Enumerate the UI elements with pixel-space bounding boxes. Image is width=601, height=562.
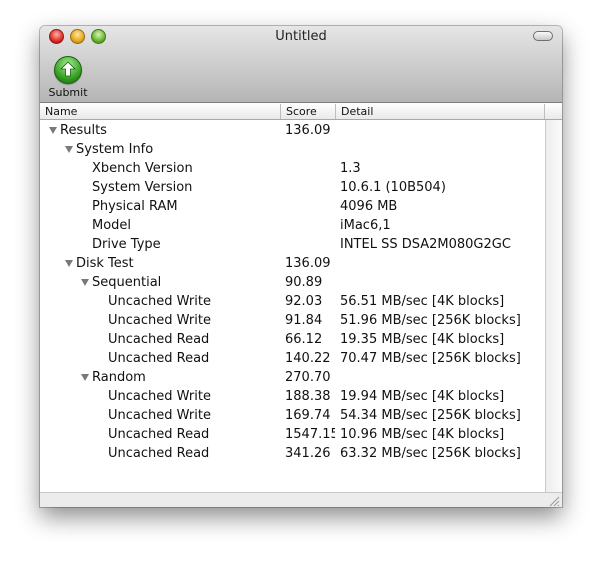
row-name: Uncached Read <box>108 351 210 366</box>
submit-button[interactable]: Submit <box>46 56 90 100</box>
disclosure-triangle-icon[interactable] <box>65 260 73 267</box>
row-detail: 19.35 MB/sec [4K blocks] <box>340 332 505 347</box>
row-name: Uncached Read <box>108 332 210 347</box>
table-row[interactable]: Uncached Read 66.12 19.35 MB/sec [4K block… <box>40 330 545 349</box>
toolbar-toggle-icon[interactable] <box>533 31 553 41</box>
row-score: 136.09 <box>285 256 331 271</box>
row-detail: 1.3 <box>340 161 361 176</box>
table-row[interactable]: Uncached Write 188.38 19.94 MB/sec [4K blo… <box>40 387 545 406</box>
window-toolbar: Untitled Submit <box>40 26 562 103</box>
row-score: 1547.15 <box>285 427 335 442</box>
row-name: Uncached Write <box>108 294 211 309</box>
table-row[interactable]: Drive Type INTEL SS DSA2M080G2GC <box>40 235 545 254</box>
window-bottom-bar <box>40 492 562 507</box>
row-score: 90.89 <box>285 275 323 290</box>
disclosure-triangle-icon[interactable] <box>65 146 73 153</box>
table-row[interactable]: Physical RAM 4096 MB <box>40 197 545 216</box>
row-score: 91.84 <box>285 313 323 328</box>
row-name: Drive Type <box>92 237 161 252</box>
row-detail: 63.32 MB/sec [256K blocks] <box>340 446 521 461</box>
table-row[interactable]: Uncached Write 92.03 56.51 MB/sec [4K bloc… <box>40 292 545 311</box>
row-name: Physical RAM <box>92 199 178 214</box>
row-detail: 51.96 MB/sec [256K blocks] <box>340 313 521 328</box>
row-detail: 10.6.1 (10B504) <box>340 180 446 195</box>
row-score: 270.70 <box>285 370 331 385</box>
table-row[interactable]: Disk Test 136.09 <box>40 254 545 273</box>
row-name: Uncached Write <box>108 408 211 423</box>
resize-grip-icon[interactable] <box>548 495 560 507</box>
table-row[interactable]: Uncached Read 341.26 63.32 MB/sec [256K bl… <box>40 444 545 463</box>
row-score: 169.74 <box>285 408 331 423</box>
table-row[interactable]: Model iMac6,1 <box>40 216 545 235</box>
table-row[interactable]: System Version 10.6.1 (10B504) <box>40 178 545 197</box>
table-header: Name Score Detail <box>40 103 562 120</box>
row-score: 341.26 <box>285 446 331 461</box>
row-detail: 56.51 MB/sec [4K blocks] <box>340 294 505 309</box>
disclosure-triangle-icon[interactable] <box>81 279 89 286</box>
table-row[interactable]: Results 136.09 <box>40 121 545 140</box>
column-header-detail[interactable]: Detail <box>336 104 545 119</box>
row-name: Xbench Version <box>92 161 193 176</box>
table-row[interactable]: Xbench Version 1.3 <box>40 159 545 178</box>
row-name: Uncached Write <box>108 313 211 328</box>
row-name: Random <box>92 370 146 385</box>
row-name: Model <box>92 218 132 233</box>
row-name: Uncached Read <box>108 446 210 461</box>
table-row[interactable]: Sequential 90.89 <box>40 273 545 292</box>
disclosure-triangle-icon[interactable] <box>49 127 57 134</box>
row-detail: 10.96 MB/sec [4K blocks] <box>340 427 505 442</box>
disclosure-triangle-icon[interactable] <box>81 374 89 381</box>
table-row[interactable]: Uncached Read 140.22 70.47 MB/sec [256K bl… <box>40 349 545 368</box>
row-detail: iMac6,1 <box>340 218 391 233</box>
table-row[interactable]: Uncached Write 91.84 51.96 MB/sec [256K bl… <box>40 311 545 330</box>
window-title: Untitled <box>275 29 327 44</box>
column-header-score[interactable]: Score <box>281 104 336 119</box>
row-name: Disk Test <box>76 256 134 271</box>
row-score: 66.12 <box>285 332 323 347</box>
row-score: 140.22 <box>285 351 331 366</box>
table-row[interactable]: System Info <box>40 140 545 159</box>
row-score: 92.03 <box>285 294 323 309</box>
row-detail: 54.34 MB/sec [256K blocks] <box>340 408 521 423</box>
app-window: Untitled Submit Name Score Detail Result… <box>40 26 562 507</box>
vertical-scrollbar[interactable] <box>545 120 562 492</box>
row-name: Uncached Read <box>108 427 210 442</box>
row-score: 188.38 <box>285 389 331 404</box>
table-row[interactable]: Uncached Read 1547.15 10.96 MB/sec [4K blo… <box>40 425 545 444</box>
submit-arrow-icon <box>54 56 82 84</box>
results-outline: Results 136.09 System Info Xbench Version 1.… <box>40 120 545 492</box>
row-name: System Version <box>92 180 193 195</box>
row-name: Sequential <box>92 275 162 290</box>
row-name: Uncached Write <box>108 389 211 404</box>
row-score: 136.09 <box>285 123 331 138</box>
row-name: System Info <box>76 142 154 157</box>
row-name: Results <box>60 123 107 138</box>
table-row[interactable]: Random 270.70 <box>40 368 545 387</box>
row-detail: 4096 MB <box>340 199 398 214</box>
column-header-name[interactable]: Name <box>40 104 281 119</box>
submit-label: Submit <box>48 86 88 99</box>
row-detail: 19.94 MB/sec [4K blocks] <box>340 389 505 404</box>
row-detail: INTEL SS DSA2M080G2GC <box>340 237 511 252</box>
table-row[interactable]: Uncached Write 169.74 54.34 MB/sec [256K b… <box>40 406 545 425</box>
row-detail: 70.47 MB/sec [256K blocks] <box>340 351 521 366</box>
